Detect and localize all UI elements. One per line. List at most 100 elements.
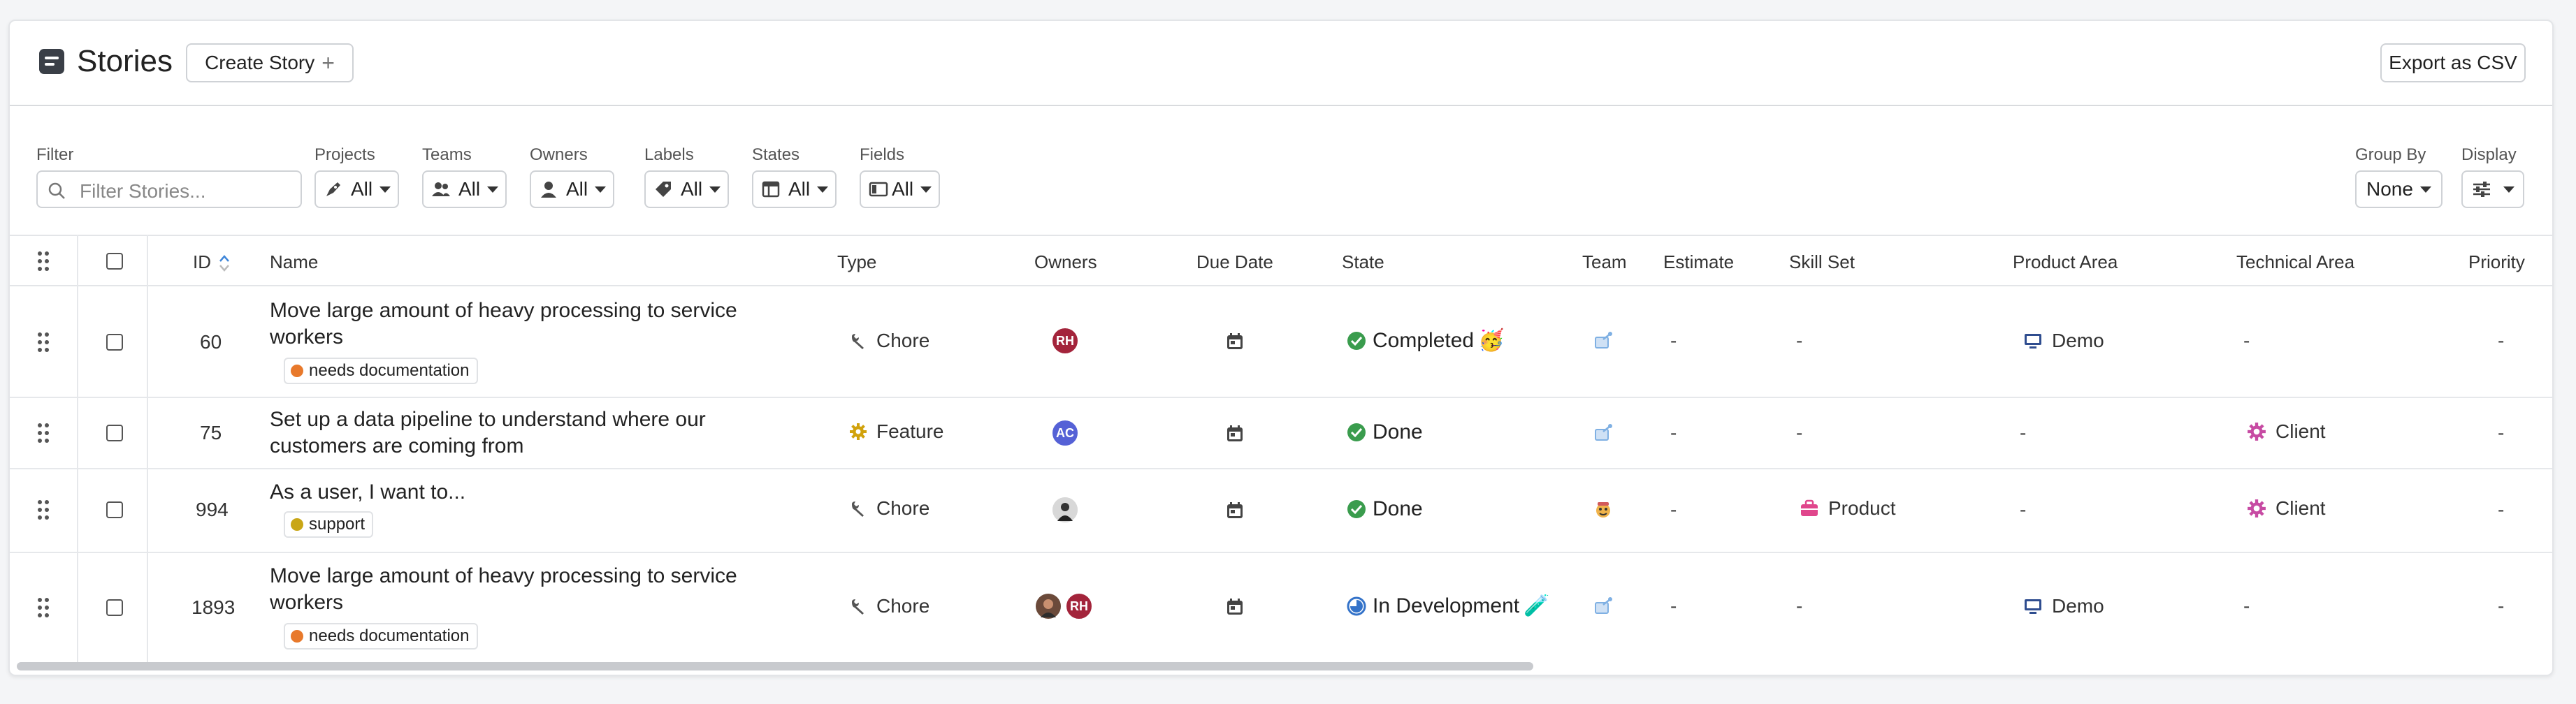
page-title: Stories	[77, 44, 173, 78]
owner-avatar[interactable]: RH	[1065, 592, 1093, 620]
story-name[interactable]: Set up a data pipeline to understand whe…	[270, 406, 787, 460]
display-dropdown[interactable]	[2461, 170, 2524, 208]
column-header-estimate[interactable]: Estimate	[1663, 251, 1734, 273]
teams-dropdown[interactable]: All	[422, 170, 507, 208]
technical-area-value: -	[2243, 595, 2250, 617]
search-input[interactable]: Filter Stories...	[36, 170, 302, 208]
chevron-down-icon	[487, 186, 499, 193]
product-area[interactable]: Demo	[2023, 595, 2104, 617]
fields-dropdown[interactable]: All	[860, 170, 941, 208]
owners-label: Owners	[530, 145, 588, 164]
product-area[interactable]: Demo	[2023, 330, 2104, 352]
chevron-down-icon	[595, 186, 607, 193]
table-row[interactable]: 1893 Move large amount of heavy processi…	[10, 553, 2552, 662]
group-by-value: None	[2366, 178, 2413, 200]
team-avatar-icon[interactable]	[1593, 331, 1613, 351]
column-header-state[interactable]: State	[1342, 251, 1384, 273]
priority-value: -	[2498, 330, 2505, 351]
owners-dropdown[interactable]: All	[530, 170, 615, 208]
row-checkbox[interactable]	[106, 599, 123, 616]
states-dropdown[interactable]: All	[752, 170, 837, 208]
calendar-icon[interactable]	[1226, 425, 1244, 443]
owner-avatar[interactable]	[1034, 592, 1062, 620]
owner-avatar[interactable]	[1051, 496, 1079, 524]
row-checkbox[interactable]	[106, 425, 123, 441]
labels-label: Labels	[644, 145, 694, 164]
column-header-team[interactable]: Team	[1582, 251, 1627, 273]
story-label[interactable]: needs documentation	[284, 623, 478, 650]
column-header-id[interactable]: ID	[193, 251, 230, 273]
owner-avatar[interactable]: AC	[1051, 419, 1079, 447]
drag-handle-icon[interactable]	[36, 250, 50, 272]
story-state[interactable]: Done	[1346, 420, 1423, 444]
story-label[interactable]: needs documentation	[284, 358, 478, 384]
drag-handle-icon[interactable]	[36, 331, 50, 353]
chevron-down-icon	[2503, 186, 2515, 193]
wrench-icon	[848, 331, 868, 351]
feature-gear-icon	[848, 422, 868, 441]
column-header-skill-set[interactable]: Skill Set	[1789, 251, 1855, 273]
states-value: All	[788, 178, 811, 200]
row-checkbox[interactable]	[106, 334, 123, 351]
filter-label: Filter	[36, 145, 74, 164]
check-circle-icon	[1347, 331, 1366, 350]
column-header-product-area[interactable]: Product Area	[2013, 251, 2118, 273]
export-csv-button[interactable]: Export as CSV	[2380, 43, 2526, 82]
check-circle-icon	[1347, 423, 1366, 441]
technical-area[interactable]: Client	[2246, 420, 2326, 443]
story-type-label: Chore	[876, 595, 930, 617]
story-type-label: Feature	[876, 420, 944, 442]
drag-handle-icon[interactable]	[36, 596, 50, 619]
story-state[interactable]: Done	[1346, 497, 1423, 521]
horizontal-scrollbar[interactable]	[17, 662, 1533, 670]
column-header-name[interactable]: Name	[270, 251, 318, 273]
drag-handle-icon[interactable]	[36, 422, 50, 444]
column-header-due-date[interactable]: Due Date	[1196, 251, 1273, 273]
story-state[interactable]: Completed 🥳	[1346, 328, 1504, 353]
projects-dropdown[interactable]: All	[314, 170, 400, 208]
state-label: Done	[1373, 497, 1423, 520]
owner-avatar[interactable]: RH	[1051, 327, 1079, 355]
technical-area[interactable]: Client	[2246, 497, 2326, 520]
teams-value: All	[458, 178, 481, 200]
story-type-label: Chore	[876, 330, 930, 351]
wrench-icon	[848, 596, 868, 616]
table-row[interactable]: 994 As a user, I want to... support Chor…	[10, 469, 2552, 553]
column-header-technical-area[interactable]: Technical Area	[2236, 251, 2354, 273]
state-label: Completed	[1373, 328, 1475, 352]
story-name[interactable]: As a user, I want to...	[270, 479, 787, 506]
story-state[interactable]: In Development 🧪	[1346, 594, 1549, 618]
calendar-icon[interactable]	[1226, 332, 1244, 351]
select-all-checkbox[interactable]	[106, 253, 123, 270]
story-label[interactable]: support	[284, 511, 374, 538]
columns-icon	[760, 179, 781, 200]
skill-set[interactable]: Product	[1799, 497, 1896, 520]
state-label: In Development	[1373, 594, 1520, 617]
story-name[interactable]: Move large amount of heavy processing to…	[270, 563, 787, 616]
team-avatar-icon[interactable]	[1593, 596, 1613, 616]
create-story-button[interactable]: Create Story +	[186, 43, 354, 82]
column-header-type[interactable]: Type	[837, 251, 876, 273]
labels-dropdown[interactable]: All	[644, 170, 730, 208]
calendar-icon[interactable]	[1226, 501, 1244, 520]
column-header-priority[interactable]: Priority	[2468, 251, 2525, 273]
monitor-icon	[2023, 596, 2043, 617]
team-mascot-icon[interactable]	[1593, 500, 1613, 520]
row-checkbox[interactable]	[106, 501, 123, 518]
column-header-owners[interactable]: Owners	[1034, 251, 1097, 273]
table-row[interactable]: 60 Move large amount of heavy processing…	[10, 286, 2552, 398]
fields-label: Fields	[860, 145, 905, 164]
team-avatar-icon[interactable]	[1593, 423, 1613, 443]
labels-value: All	[681, 178, 703, 200]
group-by-dropdown[interactable]: None	[2355, 170, 2443, 208]
story-name[interactable]: Move large amount of heavy processing to…	[270, 298, 787, 351]
briefcase-icon	[1799, 498, 1820, 519]
calendar-icon[interactable]	[1226, 598, 1244, 616]
plus-icon: +	[321, 50, 335, 75]
display-label: Display	[2461, 145, 2517, 164]
table-row[interactable]: 75 Set up a data pipeline to understand …	[10, 398, 2552, 469]
product-area-label: Demo	[2052, 330, 2104, 351]
drag-handle-icon[interactable]	[36, 499, 50, 521]
stories-icon	[39, 49, 64, 74]
search-icon	[48, 182, 65, 199]
